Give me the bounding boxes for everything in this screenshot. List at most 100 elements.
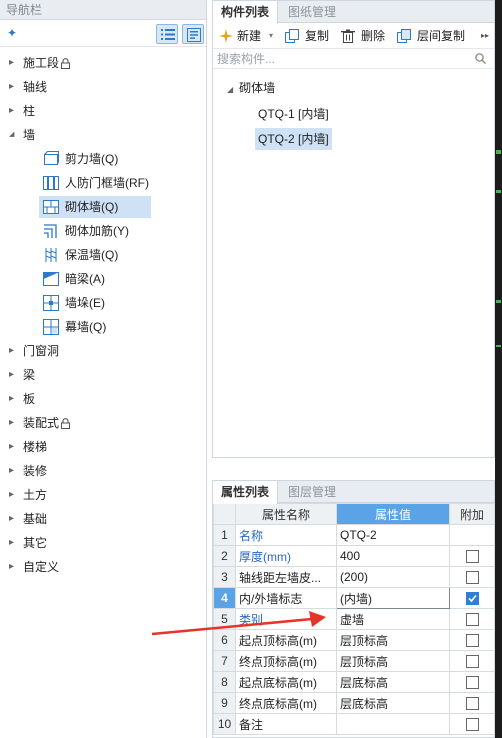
floor-copy-button[interactable]: 层间复制 [397, 23, 475, 49]
detail-view-button[interactable] [182, 24, 204, 44]
component-search [213, 49, 494, 69]
expand-arrow-icon[interactable]: ▸ [9, 483, 14, 507]
nav-subitem-2[interactable]: 砌体墙(Q) [0, 195, 206, 219]
checkbox[interactable] [465, 613, 479, 627]
list-view-button[interactable] [156, 24, 178, 44]
property-row[interactable]: 9 终点底标高(m) 层底标高 [213, 692, 495, 714]
copy-button[interactable]: 复制 [285, 23, 335, 49]
property-value-header[interactable]: 属性值 [336, 503, 450, 525]
expand-arrow-icon[interactable]: ▸ [9, 387, 14, 411]
component-tree: ◢ 砌体墙 QTQ-1 [内墙] QTQ-2 [内墙] [213, 69, 494, 449]
component-group[interactable]: ◢ 砌体墙 [227, 77, 275, 99]
checkbox[interactable] [465, 550, 479, 564]
property-value[interactable]: 虚墙 [336, 608, 450, 630]
checkbox[interactable] [465, 634, 479, 648]
checked-checkbox[interactable] [465, 592, 479, 606]
nav-subitem-4[interactable]: 保温墙(Q) [0, 243, 206, 267]
row-number: 5 [213, 608, 236, 630]
collapse-arrow-icon[interactable]: ◢ [9, 123, 14, 147]
expand-arrow-icon[interactable]: ▸ [9, 507, 14, 531]
component-group-label: 砌体墙 [239, 81, 276, 95]
expand-arrow-icon[interactable]: ▸ [9, 459, 14, 483]
property-value[interactable]: 层顶标高 [336, 629, 450, 651]
row-number: 1 [213, 524, 236, 546]
nav-item-3[interactable]: ◢ 墙 [0, 123, 206, 147]
tab-layer-management[interactable]: 图层管理 [280, 481, 344, 503]
property-value[interactable]: 层底标高 [336, 671, 450, 693]
tab-drawing-management[interactable]: 图纸管理 [280, 1, 344, 23]
expand-arrow-icon[interactable]: ▸ [9, 531, 14, 555]
property-name: 备注 [235, 713, 337, 735]
property-row[interactable]: 6 起点顶标高(m) 层顶标高 [213, 629, 495, 651]
tab-component-list[interactable]: 构件列表 [213, 1, 279, 24]
expand-arrow-icon[interactable]: ▸ [9, 339, 14, 363]
property-value[interactable] [336, 713, 450, 735]
search-input[interactable] [213, 49, 463, 68]
nav-item-11[interactable]: ▸ 基础 [0, 507, 206, 531]
more-tools-icon[interactable]: ▸▸ [481, 23, 491, 49]
expand-arrow-icon[interactable]: ▸ [9, 99, 14, 123]
property-name: 厚度(mm) [235, 545, 337, 567]
checkbox[interactable] [465, 676, 479, 690]
expand-arrow-icon[interactable]: ▸ [9, 51, 14, 75]
property-value[interactable]: 层顶标高 [336, 650, 450, 672]
nav-item-8[interactable]: ▸ 楼梯 [0, 435, 206, 459]
nav-item-1[interactable]: ▸ 轴线 [0, 75, 206, 99]
search-icon[interactable] [475, 53, 486, 64]
nav-subitem-0[interactable]: 剪力墙(Q) [0, 147, 206, 171]
checkbox[interactable] [465, 718, 479, 732]
expand-arrow-icon[interactable]: ▸ [9, 435, 14, 459]
pin-icon[interactable]: ✦ [7, 26, 17, 40]
nav-item-5[interactable]: ▸ 梁 [0, 363, 206, 387]
property-row[interactable]: 5 类别 虚墙 [213, 608, 495, 630]
property-value[interactable]: 400 [336, 545, 450, 567]
property-row[interactable]: 1 名称 QTQ-2 [213, 524, 495, 546]
checkbox[interactable] [465, 697, 479, 711]
nav-item-7[interactable]: ▸ 装配式 [0, 411, 206, 435]
nav-tree: ▸ 施工段 ▸ 轴线 ▸ 柱 ◢ 墙剪力墙(Q) 人防门框墙(RF) 砌体墙(Q) 砌体加筋(Y) 保… [0, 47, 206, 579]
property-value[interactable]: (200) [336, 566, 450, 588]
property-value[interactable]: 层底标高 [336, 692, 450, 714]
nav-subitem-7[interactable]: 幕墙(Q) [0, 315, 206, 339]
nav-item-10[interactable]: ▸ 土方 [0, 483, 206, 507]
component-item-qtq-1[interactable]: QTQ-1 [内墙] [255, 103, 332, 125]
property-value[interactable]: QTQ-2 [336, 524, 450, 546]
nav-item-label: 墙 [23, 128, 36, 142]
property-row[interactable]: 3 轴线距左墙皮... (200) [213, 566, 495, 588]
delete-button[interactable]: 删除 [341, 23, 391, 49]
property-row[interactable]: 10 备注 [213, 713, 495, 735]
nav-item-4[interactable]: ▸ 门窗洞 [0, 339, 206, 363]
nav-subitem-5[interactable]: 暗梁(A) [0, 267, 206, 291]
nav-subitem-1[interactable]: 人防门框墙(RF) [0, 171, 206, 195]
tab-property-list[interactable]: 属性列表 [213, 481, 279, 504]
checkbox[interactable] [465, 655, 479, 669]
expanded-arrow-icon[interactable]: ◢ [227, 85, 233, 94]
new-button[interactable]: 新建 ▾ [219, 23, 283, 49]
component-item-qtq-2[interactable]: QTQ-2 [内墙] [255, 128, 332, 150]
nav-item-label: 自定义 [23, 560, 60, 574]
property-row[interactable]: 2 厚度(mm) 400 [213, 545, 495, 567]
nav-item-9[interactable]: ▸ 装修 [0, 459, 206, 483]
nav-subitem-6[interactable]: 墙垛(E) [0, 291, 206, 315]
property-value[interactable]: (内墙) [336, 587, 450, 609]
nav-item-0[interactable]: ▸ 施工段 [0, 51, 206, 75]
property-row[interactable]: 8 起点底标高(m) 层底标高 [213, 671, 495, 693]
nav-item-2[interactable]: ▸ 柱 [0, 99, 206, 123]
lock-icon [61, 58, 70, 69]
dropdown-arrow-icon[interactable]: ▾ [269, 23, 273, 49]
expand-arrow-icon[interactable]: ▸ [9, 555, 14, 579]
property-extra-cell [449, 524, 495, 546]
expand-arrow-icon[interactable]: ▸ [9, 75, 14, 99]
property-row[interactable]: 4 内/外墙标志 (内墙) [213, 587, 495, 609]
nav-item-6[interactable]: ▸ 板 [0, 387, 206, 411]
nav-subitem-3[interactable]: 砌体加筋(Y) [0, 219, 206, 243]
checkbox[interactable] [465, 571, 479, 585]
expand-arrow-icon[interactable]: ▸ [9, 411, 14, 435]
nav-subitem-label: 砌体墙(Q) [65, 200, 119, 214]
nav-item-12[interactable]: ▸ 其它 [0, 531, 206, 555]
copy-icon [285, 29, 299, 43]
nav-item-13[interactable]: ▸ 自定义 [0, 555, 206, 579]
property-row[interactable]: 7 终点顶标高(m) 层顶标高 [213, 650, 495, 672]
expand-arrow-icon[interactable]: ▸ [9, 363, 14, 387]
nav-item-label: 轴线 [23, 80, 48, 94]
